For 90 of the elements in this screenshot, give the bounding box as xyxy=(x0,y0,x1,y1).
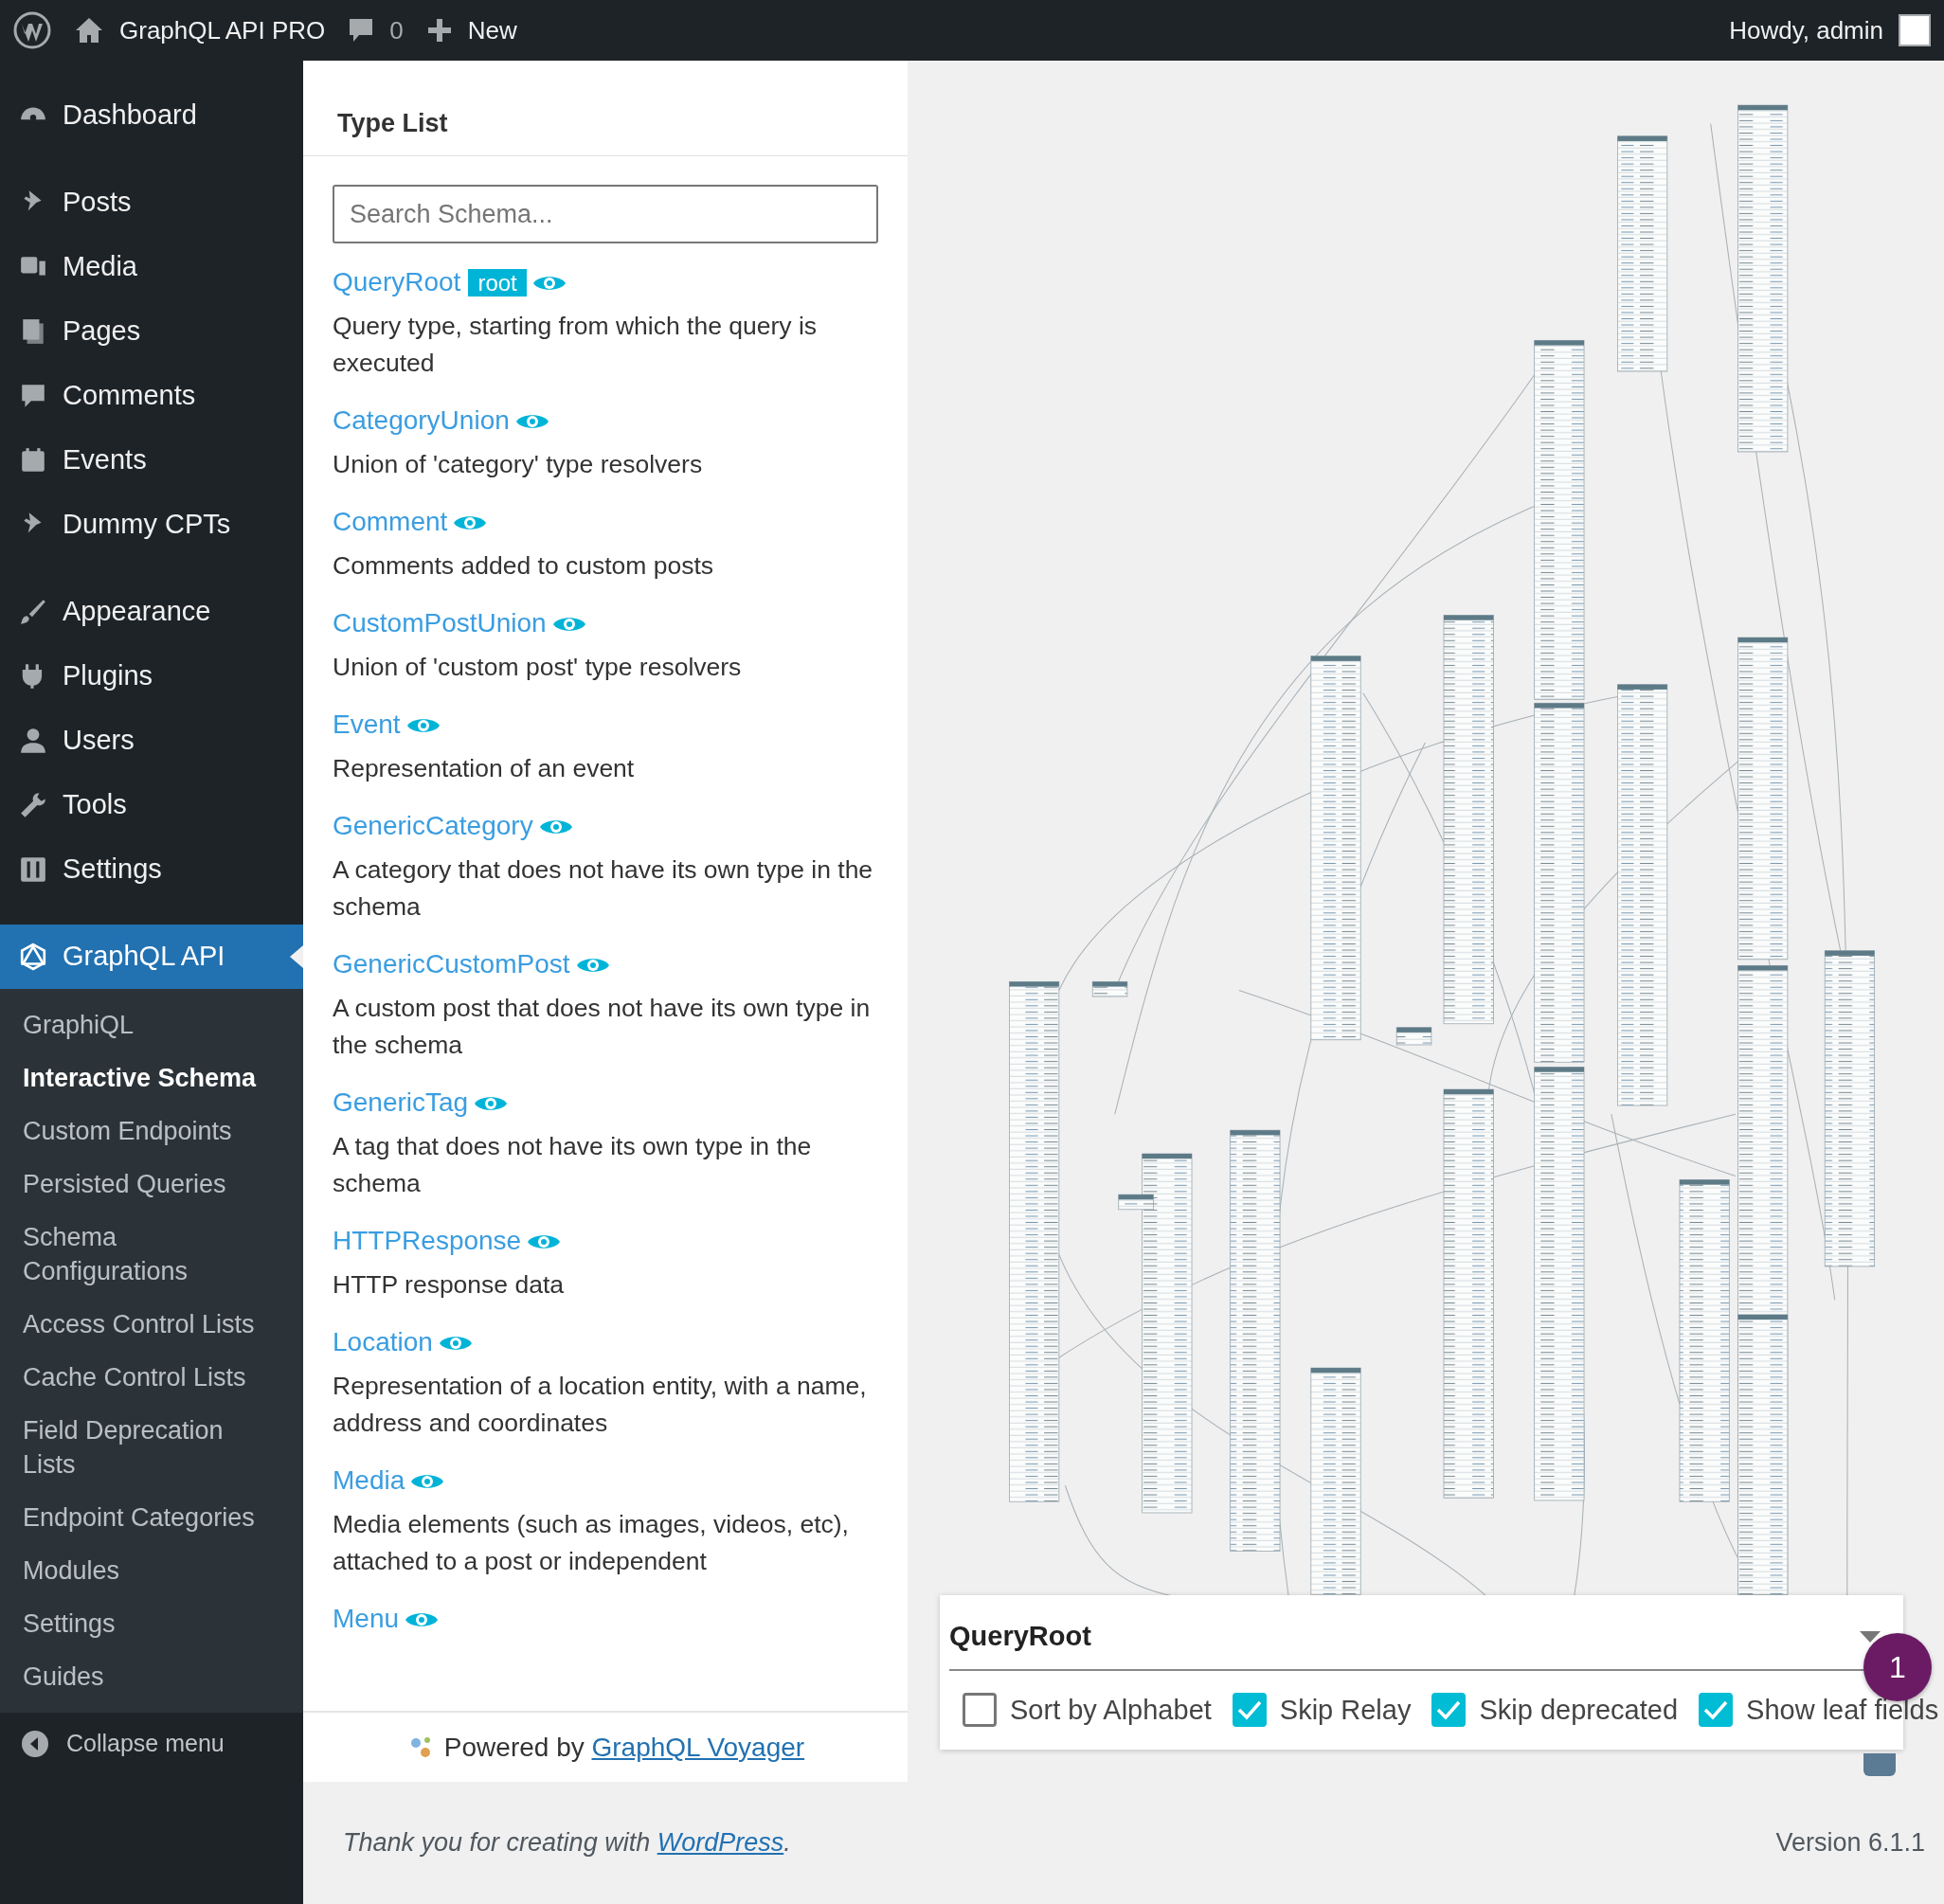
type-description: Query type, starting from which the query is executed xyxy=(333,311,819,380)
type-description: A category that does not have its own type in the schema xyxy=(333,854,874,924)
wrench-icon xyxy=(19,791,47,819)
type-node[interactable] xyxy=(1617,684,1668,1106)
type-node[interactable] xyxy=(1310,656,1361,1041)
type-node[interactable] xyxy=(1617,135,1668,372)
type-node[interactable] xyxy=(1310,1367,1361,1595)
submenu-item[interactable]: Custom Endpoints xyxy=(0,1105,294,1158)
menu-item[interactable]: Tools xyxy=(0,773,303,837)
dropdown-caret-icon[interactable] xyxy=(1860,1630,1881,1643)
type-node[interactable] xyxy=(1443,1088,1494,1499)
type-node[interactable] xyxy=(1118,1194,1154,1211)
speech-bubble-icon xyxy=(19,382,47,410)
type-description: Representation of a location entity, with a name, address and coordinates xyxy=(333,1371,868,1440)
type-description: A custom post that does not have its own type in the schema xyxy=(333,993,872,1062)
person-icon xyxy=(19,727,47,755)
voyager-link[interactable]: GraphQL Voyager xyxy=(591,1732,805,1762)
submenu-item[interactable]: Interactive Schema xyxy=(0,1051,294,1105)
powered-by-text: Powered by GraphQL Voyager xyxy=(443,1731,805,1764)
root-tag: root xyxy=(468,269,527,297)
comments-link[interactable]: 0 xyxy=(348,11,404,49)
site-name-link[interactable]: GraphQL API PRO xyxy=(74,11,326,49)
collapse-menu-button[interactable]: Collapse menu xyxy=(0,1713,245,1775)
type-node[interactable] xyxy=(1443,615,1494,1025)
menu-item[interactable]: Dashboard xyxy=(0,83,303,148)
submenu-item[interactable]: Guides xyxy=(0,1650,294,1703)
type-node[interactable] xyxy=(1009,980,1060,1502)
menu-item[interactable]: Pages xyxy=(0,299,303,364)
menu-item[interactable]: Settings xyxy=(0,837,303,902)
type-node[interactable] xyxy=(1091,980,1128,997)
submenu-item[interactable]: Field Deprecation Lists xyxy=(0,1404,294,1491)
submenu-item[interactable]: Cache Control Lists xyxy=(0,1351,294,1404)
type-node[interactable] xyxy=(1737,637,1789,961)
type-node[interactable] xyxy=(1534,339,1585,700)
wordpress-link[interactable]: WordPress xyxy=(657,1828,784,1858)
version-text: Version 6.1.1 xyxy=(1775,1827,1925,1859)
type-description: Representation of an event xyxy=(333,753,636,785)
type-description: A tag that does not have its own type in the schema xyxy=(333,1131,813,1200)
control-button[interactable] xyxy=(1863,1753,1896,1776)
type-node[interactable] xyxy=(1534,702,1585,1063)
type-description: Union of 'custom post' type resolvers xyxy=(333,652,743,684)
submenu-item[interactable]: GraphiQL xyxy=(0,998,294,1051)
type-node[interactable] xyxy=(1142,1153,1193,1514)
submenu-item[interactable]: Persisted Queries xyxy=(0,1158,294,1211)
type-node[interactable] xyxy=(1679,1179,1730,1502)
submenu-item[interactable]: Endpoint Categories xyxy=(0,1491,294,1544)
type-description: HTTP response data xyxy=(333,1269,566,1302)
root-type-select[interactable]: QueryRoot xyxy=(949,1616,1091,1658)
sliders-icon xyxy=(19,855,47,884)
type-description: Media elements (such as images, videos, etc), attached to a post or independent xyxy=(333,1509,850,1578)
menu-item[interactable]: Events xyxy=(0,428,303,493)
submenu-item[interactable]: Settings xyxy=(0,1597,294,1650)
type-node[interactable] xyxy=(1737,1314,1789,1595)
submenu-item[interactable]: Access Control Lists xyxy=(0,1298,294,1351)
menu-item[interactable]: Comments xyxy=(0,364,303,428)
menu-item[interactable]: Plugins xyxy=(0,644,303,709)
option-checkbox[interactable]: Skip Relay xyxy=(1232,1689,1412,1731)
option-checkbox[interactable]: Sort by Alphabet xyxy=(963,1689,1212,1731)
menu-item[interactable]: Media xyxy=(0,235,303,299)
submenu-item[interactable]: Modules xyxy=(0,1544,294,1597)
home-icon xyxy=(74,16,104,45)
submenu-item[interactable]: Schema Configurations xyxy=(0,1211,294,1298)
type-node[interactable] xyxy=(1824,950,1876,1267)
graphql-logo-icon xyxy=(19,943,47,971)
greeting-link[interactable]: Howdy, admin xyxy=(1729,11,1883,49)
menu-item[interactable]: Posts xyxy=(0,171,303,235)
new-content-link[interactable]: New xyxy=(425,11,517,49)
paintbrush-icon xyxy=(19,598,47,626)
type-node[interactable] xyxy=(1737,104,1789,453)
checkbox[interactable] xyxy=(1431,1693,1467,1728)
wordpress-logo-icon[interactable] xyxy=(13,11,51,49)
type-description: Union of 'category' type resolvers xyxy=(333,449,704,481)
plus-icon xyxy=(425,17,453,44)
menu-item[interactable]: Appearance xyxy=(0,580,303,644)
footer-text: Thank you for creating with WordPress. xyxy=(343,1827,791,1859)
option-checkbox[interactable]: Skip deprecated xyxy=(1431,1689,1679,1731)
menu-item[interactable]: Users xyxy=(0,709,303,773)
calendar-icon xyxy=(19,446,47,475)
avatar[interactable] xyxy=(1899,14,1931,46)
checkbox[interactable] xyxy=(963,1693,997,1728)
search-field[interactable]: Search Schema... xyxy=(333,185,878,244)
menu-item[interactable]: Dummy CPTs xyxy=(0,493,303,557)
type-node[interactable] xyxy=(1534,1067,1585,1501)
type-description: Comments added to custom posts xyxy=(333,550,715,583)
type-node[interactable] xyxy=(1230,1129,1281,1552)
type-node[interactable] xyxy=(1395,1027,1432,1046)
checkbox[interactable] xyxy=(1232,1693,1267,1728)
menu-item[interactable]: GraphQL API xyxy=(0,925,303,989)
speech-bubble-icon xyxy=(348,17,375,44)
checkbox[interactable] xyxy=(1699,1693,1734,1728)
